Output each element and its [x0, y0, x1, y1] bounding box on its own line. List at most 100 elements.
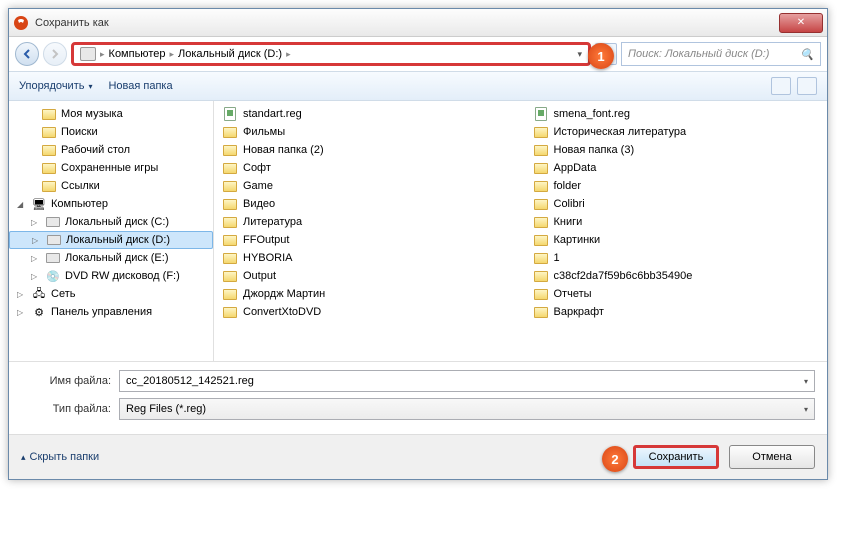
- content-area: Моя музыка Поиски Рабочий стол Сохраненн…: [9, 101, 827, 361]
- file-label: Литература: [243, 216, 302, 228]
- chevron-right-icon: ▸: [169, 49, 174, 60]
- folder-icon: [222, 251, 238, 265]
- folder-icon: [533, 125, 549, 139]
- back-button[interactable]: [15, 42, 39, 66]
- tree-item-mymusic[interactable]: Моя музыка: [9, 105, 213, 123]
- file-list[interactable]: standart.reg Фильмы Новая папка (2) Софт Gam…: [214, 101, 827, 361]
- new-folder-button[interactable]: Новая папка: [108, 80, 172, 92]
- tree-item-desktop[interactable]: Рабочий стол: [9, 141, 213, 159]
- filename-input[interactable]: cc_20180512_142521.reg▾: [119, 370, 815, 392]
- file-item-folder[interactable]: c38cf2da7f59b6c6bb35490e: [533, 267, 820, 285]
- file-item-folder[interactable]: ConvertXtoDVD: [222, 303, 509, 321]
- file-item-reg[interactable]: smena_font.reg: [533, 105, 820, 123]
- file-label: Софт: [243, 162, 271, 174]
- file-item-folder[interactable]: Софт: [222, 159, 509, 177]
- tree-item-links[interactable]: Ссылки: [9, 177, 213, 195]
- folder-icon: [533, 251, 549, 265]
- file-label: Новая папка (2): [243, 144, 324, 156]
- folder-icon: [533, 215, 549, 229]
- filename-label: Имя файла:: [21, 375, 111, 387]
- file-item-folder[interactable]: Джордж Мартин: [222, 285, 509, 303]
- file-item-folder[interactable]: Game: [222, 177, 509, 195]
- expand-icon: ▷: [17, 308, 27, 317]
- file-item-folder[interactable]: Видео: [222, 195, 509, 213]
- tree-item-dvd[interactable]: ▷💿DVD RW дисковод (F:): [9, 267, 213, 285]
- hide-folders-link[interactable]: ▴Скрыть папки: [21, 451, 99, 463]
- tree-item-drive-e[interactable]: ▷Локальный диск (E:): [9, 249, 213, 267]
- save-button[interactable]: 2 Сохранить: [633, 445, 719, 469]
- folder-icon: [533, 179, 549, 193]
- file-label: Output: [243, 270, 276, 282]
- filetype-label: Тип файла:: [21, 403, 111, 415]
- file-item-folder[interactable]: Варкрафт: [533, 303, 820, 321]
- file-label: standart.reg: [243, 108, 302, 120]
- tree-item-savedgames[interactable]: Сохраненные игры: [9, 159, 213, 177]
- organize-button[interactable]: Упорядочить ▾: [19, 80, 92, 92]
- file-item-reg[interactable]: standart.reg: [222, 105, 509, 123]
- expand-icon: ▷: [17, 290, 27, 299]
- file-label: Новая папка (3): [554, 144, 635, 156]
- tree-item-searches[interactable]: Поиски: [9, 123, 213, 141]
- chevron-up-icon: ▴: [21, 452, 26, 463]
- file-label: AppData: [554, 162, 597, 174]
- folder-icon: [533, 269, 549, 283]
- tree-item-controlpanel[interactable]: ▷⚙Панель управления: [9, 303, 213, 321]
- file-label: HYBORIA: [243, 252, 293, 264]
- file-label: Джордж Мартин: [243, 288, 325, 300]
- chevron-down-icon[interactable]: ▾: [577, 49, 582, 60]
- filetype-select[interactable]: Reg Files (*.reg)▾: [119, 398, 815, 420]
- folder-icon: [533, 143, 549, 157]
- close-button[interactable]: ✕: [779, 13, 823, 33]
- folder-icon: [222, 161, 238, 175]
- file-item-folder[interactable]: Историческая литература: [533, 123, 820, 141]
- file-item-folder[interactable]: Новая папка (3): [533, 141, 820, 159]
- filename-area: Имя файла: cc_20180512_142521.reg▾ Тип ф…: [9, 361, 827, 434]
- folder-icon: [222, 215, 238, 229]
- file-label: Фильмы: [243, 126, 285, 138]
- file-item-folder[interactable]: Output: [222, 267, 509, 285]
- tree-item-drive-c[interactable]: ▷Локальный диск (C:): [9, 213, 213, 231]
- cancel-button[interactable]: Отмена: [729, 445, 815, 469]
- file-item-folder[interactable]: Фильмы: [222, 123, 509, 141]
- help-button[interactable]: [797, 77, 817, 95]
- toolbar: Упорядочить ▾ Новая папка: [9, 71, 827, 101]
- chevron-down-icon: ▾: [804, 405, 808, 414]
- chevron-down-icon: ▾: [88, 82, 92, 91]
- file-item-folder[interactable]: Новая папка (2): [222, 141, 509, 159]
- file-item-folder[interactable]: folder: [533, 177, 820, 195]
- file-item-folder[interactable]: Отчеты: [533, 285, 820, 303]
- file-item-folder[interactable]: Картинки: [533, 231, 820, 249]
- file-item-folder[interactable]: 1: [533, 249, 820, 267]
- footer: ▴Скрыть папки 2 Сохранить Отмена: [9, 434, 827, 479]
- file-item-folder[interactable]: FFOutput: [222, 231, 509, 249]
- file-item-folder[interactable]: Литература: [222, 213, 509, 231]
- forward-button[interactable]: [43, 42, 67, 66]
- file-item-folder[interactable]: HYBORIA: [222, 249, 509, 267]
- file-item-folder[interactable]: AppData: [533, 159, 820, 177]
- folder-icon: [222, 269, 238, 283]
- expand-icon: ▷: [32, 236, 42, 245]
- breadcrumb-drive[interactable]: Локальный диск (D:): [178, 48, 282, 60]
- chevron-down-icon: ▾: [804, 377, 808, 386]
- file-label: ConvertXtoDVD: [243, 306, 321, 318]
- titlebar: Сохранить как ✕: [9, 9, 827, 37]
- view-mode-button[interactable]: [771, 77, 791, 95]
- tree-item-drive-d[interactable]: ▷Локальный диск (D:): [9, 231, 213, 249]
- search-input[interactable]: Поиск: Локальный диск (D:) 🔍: [621, 42, 821, 66]
- folder-icon: [533, 287, 549, 301]
- nav-tree[interactable]: Моя музыка Поиски Рабочий стол Сохраненн…: [9, 101, 214, 361]
- app-icon: [13, 15, 29, 31]
- file-label: Картинки: [554, 234, 601, 246]
- folder-icon: [222, 287, 238, 301]
- expand-icon: ▷: [31, 254, 41, 263]
- folder-icon: [533, 305, 549, 319]
- folder-icon: [222, 143, 238, 157]
- tree-item-computer[interactable]: ◢🖥Компьютер: [9, 195, 213, 213]
- breadcrumb-computer[interactable]: Компьютер: [109, 48, 166, 60]
- file-item-folder[interactable]: Colibri: [533, 195, 820, 213]
- search-placeholder: Поиск: Локальный диск (D:): [628, 48, 769, 60]
- file-item-folder[interactable]: Книги: [533, 213, 820, 231]
- file-label: Game: [243, 180, 273, 192]
- tree-item-network[interactable]: ▷🖧Сеть: [9, 285, 213, 303]
- breadcrumb[interactable]: ▸ Компьютер ▸ Локальный диск (D:) ▸ ▾ 1: [71, 42, 591, 66]
